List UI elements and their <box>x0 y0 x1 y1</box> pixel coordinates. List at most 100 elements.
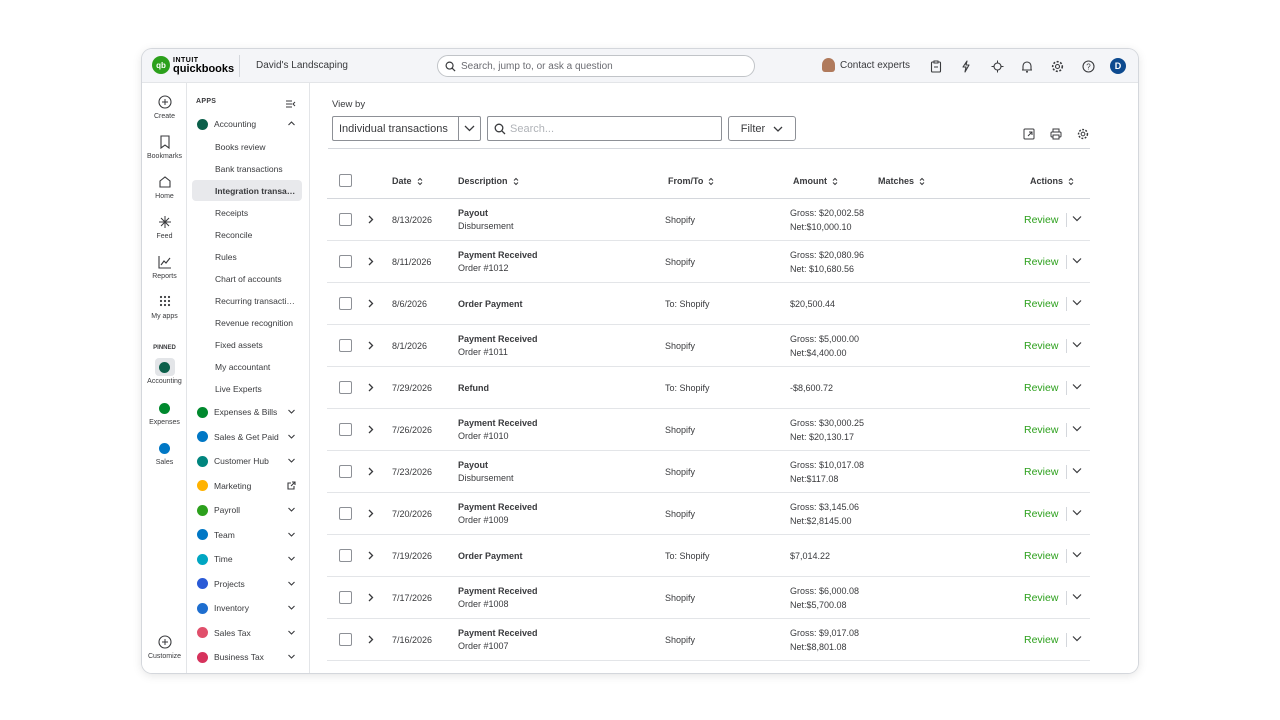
review-button[interactable]: Review <box>1024 424 1058 436</box>
row-checkbox[interactable] <box>339 255 352 268</box>
chevron-right-icon[interactable] <box>367 593 374 602</box>
column-from-to[interactable]: From/To <box>668 176 714 186</box>
table-row[interactable]: 8/13/2026 Payout Disbursement Shopify Gross:… <box>327 199 1090 241</box>
sidebar-item-inventory[interactable]: Inventory <box>192 598 302 618</box>
sidebar-subitem-my-accountant[interactable]: My accountant <box>192 356 302 377</box>
company-name[interactable]: David's Landscaping <box>256 60 348 71</box>
row-checkbox[interactable] <box>339 213 352 226</box>
review-button[interactable]: Review <box>1024 256 1058 268</box>
review-button[interactable]: Review <box>1024 340 1058 352</box>
chevron-right-icon[interactable] <box>367 425 374 434</box>
row-checkbox[interactable] <box>339 507 352 520</box>
sidebar-subitem-integration-transactions[interactable]: Integration transactions <box>192 180 302 201</box>
sidebar-subitem-receipts[interactable]: Receipts <box>192 202 302 223</box>
chevron-down-icon[interactable] <box>1072 341 1082 348</box>
column-actions[interactable]: Actions <box>1030 176 1074 186</box>
rail-feed[interactable]: Feed <box>142 215 187 240</box>
review-button[interactable]: Review <box>1024 508 1058 520</box>
collapse-menu-icon[interactable] <box>285 96 296 114</box>
row-checkbox[interactable] <box>339 591 352 604</box>
chevron-down-icon[interactable] <box>1072 635 1082 642</box>
sidebar-item-sales-get-paid[interactable]: Sales & Get Paid <box>192 427 302 447</box>
print-icon[interactable] <box>1049 127 1063 141</box>
quickbooks-logo[interactable]: qb INTUIT quickbooks <box>152 56 234 75</box>
ai-assist-icon[interactable] <box>989 58 1005 74</box>
sidebar-subitem-recurring-transactions[interactable]: Recurring transactions <box>192 290 302 311</box>
bell-icon[interactable] <box>1019 58 1035 74</box>
gear-icon[interactable] <box>1076 127 1090 141</box>
table-row[interactable]: 7/17/2026 Payment Received Order #1008 Shop… <box>327 577 1090 619</box>
chevron-right-icon[interactable] <box>367 509 374 518</box>
rail-create[interactable]: Create <box>142 95 187 120</box>
row-checkbox[interactable] <box>339 633 352 646</box>
sidebar-subitem-reconcile[interactable]: Reconcile <box>192 224 302 245</box>
review-button[interactable]: Review <box>1024 382 1058 394</box>
transactions-search-input[interactable] <box>510 122 710 135</box>
rail-pinned-accounting[interactable]: Accounting <box>142 358 187 385</box>
sidebar-subitem-live-experts[interactable]: Live Experts <box>192 378 302 399</box>
review-button[interactable]: Review <box>1024 592 1058 604</box>
sidebar-subitem-bank-transactions[interactable]: Bank transactions <box>192 158 302 179</box>
chevron-right-icon[interactable] <box>367 215 374 224</box>
sidebar-item-projects[interactable]: Projects <box>192 574 302 594</box>
help-icon[interactable]: ? <box>1080 58 1096 74</box>
rail-pinned-sales[interactable]: Sales <box>142 439 187 466</box>
chevron-down-icon[interactable] <box>1072 383 1082 390</box>
table-row[interactable]: 7/19/2026 Order Payment To: Shopify $7,014.… <box>327 535 1090 577</box>
transactions-search[interactable] <box>487 116 722 141</box>
table-row[interactable]: 8/1/2026 Payment Received Order #1011 Shopi… <box>327 325 1090 367</box>
chevron-right-icon[interactable] <box>367 635 374 644</box>
rail-reports[interactable]: Reports <box>142 255 187 280</box>
filter-button[interactable]: Filter <box>728 116 796 141</box>
column-matches[interactable]: Matches <box>878 176 925 186</box>
rail-my-apps[interactable]: My apps <box>142 295 187 320</box>
sidebar-subitem-rules[interactable]: Rules <box>192 246 302 267</box>
chevron-down-icon[interactable] <box>1072 551 1082 558</box>
sidebar-item-sales-tax[interactable]: Sales Tax <box>192 623 302 643</box>
sidebar-item-team[interactable]: Team <box>192 525 302 545</box>
table-row[interactable]: 7/20/2026 Payment Received Order #1009 Shop… <box>327 493 1090 535</box>
review-button[interactable]: Review <box>1024 214 1058 226</box>
table-row[interactable]: 7/26/2026 Payment Received Order #1010 Shop… <box>327 409 1090 451</box>
table-row[interactable]: 7/16/2026 Payment Received Order #1007 Shop… <box>327 619 1090 661</box>
sidebar-item-accounting[interactable]: Accounting <box>192 114 302 134</box>
row-checkbox[interactable] <box>339 297 352 310</box>
row-checkbox[interactable] <box>339 423 352 436</box>
contact-experts-button[interactable]: Contact experts <box>822 58 910 72</box>
table-row[interactable]: 7/29/2026 Refund To: Shopify -$8,600.72 Revi… <box>327 367 1090 409</box>
table-row[interactable]: 7/23/2026 Payout Disbursement Shopify Gross:… <box>327 451 1090 493</box>
rail-home[interactable]: Home <box>142 175 187 200</box>
chevron-down-icon[interactable] <box>1072 593 1082 600</box>
view-by-select[interactable]: Individual transactions <box>332 116 481 141</box>
chevron-down-icon[interactable] <box>1072 467 1082 474</box>
sidebar-item-time[interactable]: Time <box>192 549 302 569</box>
lightning-icon[interactable] <box>958 58 974 74</box>
chevron-right-icon[interactable] <box>367 383 374 392</box>
table-row[interactable]: 8/11/2026 Payment Received Order #1012 Shop… <box>327 241 1090 283</box>
sidebar-subitem-books-review[interactable]: Books review <box>192 136 302 157</box>
sidebar-item-customer-hub[interactable]: Customer Hub <box>192 451 302 471</box>
sidebar-subitem-chart-of-accounts[interactable]: Chart of accounts <box>192 268 302 289</box>
chevron-down-icon[interactable] <box>1072 215 1082 222</box>
chevron-right-icon[interactable] <box>367 299 374 308</box>
chevron-right-icon[interactable] <box>367 341 374 350</box>
chevron-down-icon[interactable] <box>1072 257 1082 264</box>
export-icon[interactable] <box>1022 127 1036 141</box>
global-search-input[interactable] <box>461 60 741 72</box>
review-button[interactable]: Review <box>1024 298 1058 310</box>
sidebar-item-payroll[interactable]: Payroll <box>192 500 302 520</box>
clipboard-icon[interactable] <box>928 58 944 74</box>
sidebar-item-business-tax[interactable]: Business Tax <box>192 647 302 667</box>
chevron-down-icon[interactable] <box>1072 509 1082 516</box>
review-button[interactable]: Review <box>1024 634 1058 646</box>
sidebar-subitem-revenue-recognition[interactable]: Revenue recognition <box>192 312 302 333</box>
review-button[interactable]: Review <box>1024 550 1058 562</box>
column-amount[interactable]: Amount <box>793 176 838 186</box>
chevron-right-icon[interactable] <box>367 551 374 560</box>
select-all-checkbox[interactable] <box>339 174 352 187</box>
row-checkbox[interactable] <box>339 465 352 478</box>
row-checkbox[interactable] <box>339 339 352 352</box>
chevron-right-icon[interactable] <box>367 257 374 266</box>
user-avatar[interactable]: D <box>1110 58 1126 74</box>
sidebar-item-expenses-bills[interactable]: Expenses & Bills <box>192 402 302 422</box>
